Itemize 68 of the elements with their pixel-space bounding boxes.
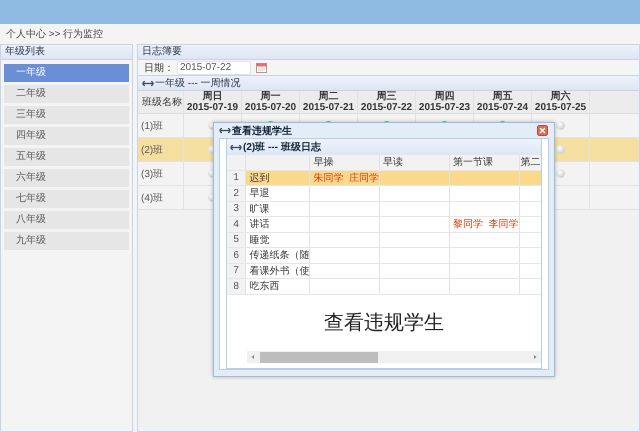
row-number: 1 — [233, 172, 239, 184]
grade-item[interactable]: 二年级 — [4, 85, 129, 103]
column-header: 班级名称 — [138, 91, 184, 113]
grade-item[interactable]: 九年级 — [4, 232, 129, 250]
log-row[interactable]: 1 迟到 朱同学 庄同学 — [227, 170, 541, 186]
grade-item[interactable]: 三年级 — [4, 106, 129, 124]
column-header: 第一节课 — [450, 155, 520, 170]
row-number: 7 — [233, 265, 239, 276]
class-name: (3)班 — [141, 168, 164, 180]
violation-name: 传递纸条（随 — [249, 248, 310, 262]
calendar-icon[interactable] — [256, 62, 267, 73]
violation-name: 睡觉 — [249, 234, 270, 247]
class-name: (1)班 — [141, 120, 164, 132]
class-name: (4)班 — [141, 192, 164, 204]
class-name: (2)班 — [141, 144, 164, 156]
column-header: 周五 2015-07-24 — [474, 91, 532, 113]
violation-name: 吃东西 — [249, 280, 280, 294]
panel-title: (2)班 --- 班级日志 — [243, 140, 321, 154]
horizontal-scrollbar[interactable] — [247, 351, 541, 363]
row-number: 2 — [233, 188, 239, 199]
row-number: 4 — [233, 218, 239, 230]
violation-name: 旷课 — [249, 202, 270, 216]
date-label: 日期： — [144, 62, 174, 74]
link-icon — [142, 80, 154, 86]
row-number: 3 — [233, 203, 239, 214]
scroll-right-icon[interactable] — [532, 354, 538, 360]
column-header: 第二 — [520, 156, 541, 170]
column-header: 周日 2015-07-19 — [184, 91, 242, 113]
column-header: 周一 2015-07-20 — [242, 91, 300, 113]
panel-title: 年级列表 — [1, 45, 132, 60]
column-header: 周三 2015-07-22 — [358, 91, 416, 113]
violation-name: 迟到 — [249, 172, 270, 185]
scroll-thumb[interactable] — [260, 352, 378, 362]
grade-item[interactable]: 八年级 — [4, 211, 129, 229]
grade-item[interactable]: 四年级 — [4, 127, 129, 145]
log-row[interactable]: 5 睡觉 — [227, 232, 541, 248]
column-header: 周二 2015-07-21 — [300, 91, 358, 113]
caption-text: 查看违规学生 — [323, 311, 445, 336]
log-row[interactable]: 2 早退 — [227, 186, 541, 202]
scroll-left-icon[interactable] — [250, 354, 256, 360]
row-number: 6 — [233, 250, 239, 261]
breadcrumb: 个人中心 >> 行为监控 — [5, 28, 104, 42]
log-row[interactable]: 8 吃东西 — [227, 279, 541, 294]
grade-item[interactable]: 六年级 — [4, 169, 129, 187]
log-row[interactable]: 3 旷课 — [227, 202, 541, 217]
close-icon[interactable] — [537, 125, 548, 136]
link-icon — [230, 144, 242, 150]
grade-item[interactable]: 五年级 — [4, 148, 129, 166]
column-header: 早操 — [310, 155, 380, 170]
student-names: 朱同学 庄同学 — [313, 172, 379, 185]
log-row[interactable]: 7 看课外书（使 — [227, 264, 541, 279]
log-row[interactable]: 4 讲话 黎同学 李同学 — [227, 217, 541, 232]
panel-title: 日志簿要 — [138, 45, 639, 60]
log-row[interactable]: 6 传递纸条（随 — [227, 248, 541, 264]
row-number: 8 — [233, 280, 239, 292]
row-number: 5 — [233, 234, 239, 246]
column-header: 早读 — [380, 155, 450, 170]
violation-name: 看课外书（使 — [249, 264, 310, 278]
column-header: 周六 2015-07-25 — [532, 91, 590, 113]
date-field[interactable]: 2015-07-22 — [177, 60, 251, 74]
violation-name: 早退 — [249, 186, 270, 200]
column-header: 周四 2015-07-23 — [416, 91, 474, 113]
section-title: 一年级 --- 一周情况 — [155, 76, 241, 90]
link-icon — [219, 127, 231, 134]
student-names: 黎同学 李同学 — [452, 218, 518, 232]
grade-item[interactable]: 七年级 — [4, 190, 129, 208]
dialog-title: 查看违规学生 — [232, 124, 293, 138]
violation-name: 讲话 — [249, 218, 270, 232]
